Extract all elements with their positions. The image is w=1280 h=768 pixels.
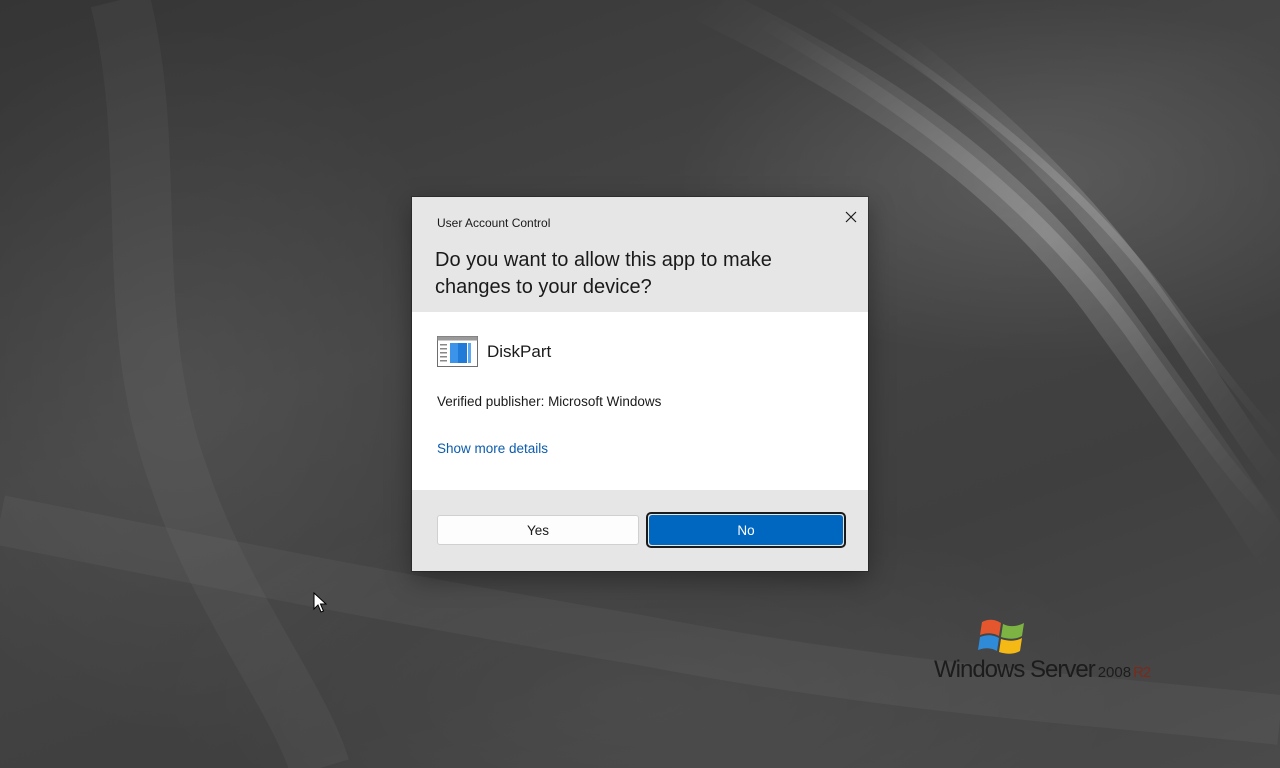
publisher-label: Verified publisher: Microsoft Windows	[437, 394, 662, 409]
dialog-question: Do you want to allow this app to make ch…	[435, 249, 772, 298]
os-release: R2	[1133, 664, 1151, 681]
windows-flag-icon	[978, 619, 1024, 654]
diskpart-app-icon	[437, 336, 478, 367]
no-button[interactable]: No	[649, 515, 843, 545]
os-version: 2008	[1097, 664, 1132, 681]
os-brand-name: Windows Server	[934, 656, 1096, 683]
app-name: DiskPart	[487, 342, 552, 361]
uac-dialog: User Account Control Do you want to allo…	[412, 197, 868, 571]
uac-header: User Account Control Do you want to allo…	[412, 197, 868, 312]
uac-footer: Yes No	[412, 490, 868, 571]
os-brand-label: Windows Server 2008 R2	[934, 656, 1151, 684]
windows-server-logo: Windows Server 2008 R2	[934, 614, 1154, 684]
dialog-title: User Account Control	[437, 216, 551, 230]
close-icon	[845, 211, 857, 223]
show-more-details-link[interactable]: Show more details	[437, 441, 548, 456]
yes-button[interactable]: Yes	[437, 515, 639, 545]
close-button[interactable]	[840, 206, 862, 228]
mouse-cursor-icon	[313, 592, 327, 613]
